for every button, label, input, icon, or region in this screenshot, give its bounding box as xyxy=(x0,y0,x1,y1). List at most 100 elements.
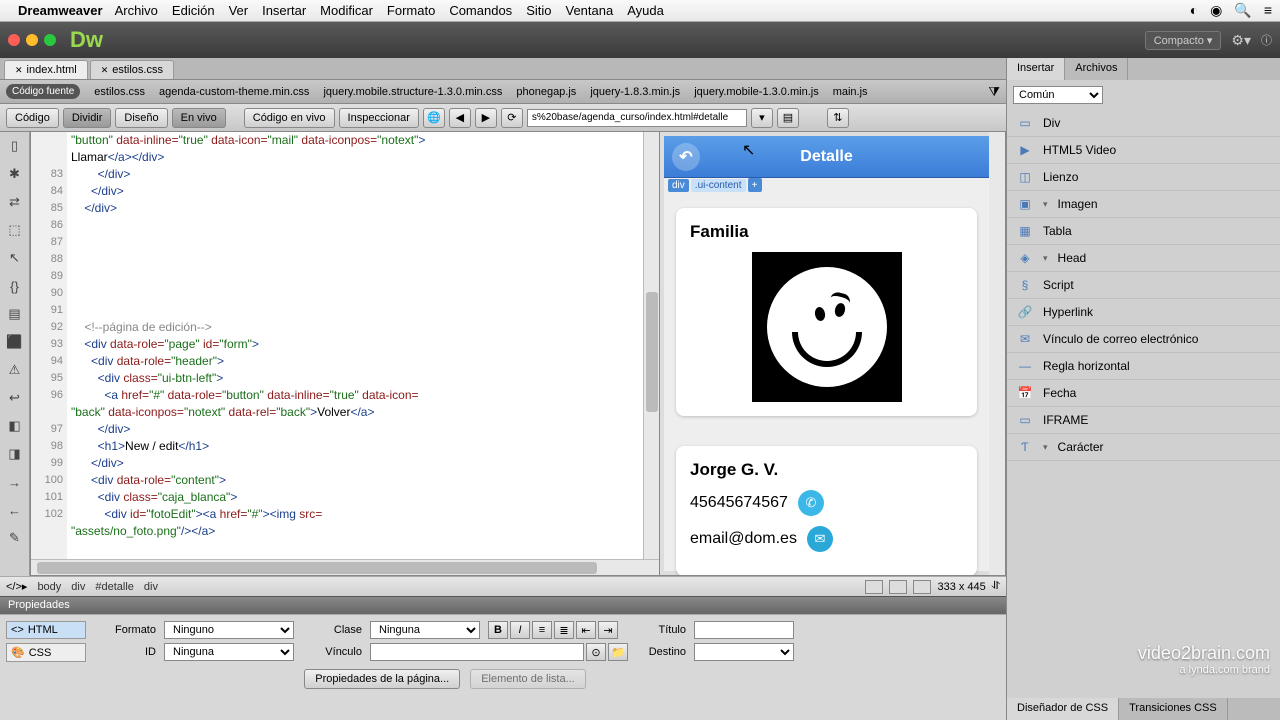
settings-gear-icon[interactable]: ⚙▾ xyxy=(1231,32,1251,49)
menu-comandos[interactable]: Comandos xyxy=(449,3,512,18)
tab-css-transitions[interactable]: Transiciones CSS xyxy=(1119,698,1228,720)
tag-crumb[interactable]: body xyxy=(37,581,61,593)
size-dropdown-icon[interactable]: ⥯ xyxy=(992,580,1000,593)
menu-modificar[interactable]: Modificar xyxy=(320,3,373,18)
inspect-button[interactable]: Inspeccionar xyxy=(339,108,419,128)
highlight-icon[interactable]: ⬛ xyxy=(5,332,25,352)
related-file[interactable]: jquery.mobile-1.3.0.min.js xyxy=(694,86,819,98)
view-split-button[interactable]: Dividir xyxy=(63,108,112,128)
related-file[interactable]: jquery.mobile.structure-1.3.0.min.css xyxy=(323,86,502,98)
menu-extras-icon[interactable]: ≡ xyxy=(1264,2,1272,19)
plus-icon[interactable]: + xyxy=(748,178,762,192)
filter-icon[interactable]: ⧩ xyxy=(988,84,1000,100)
status-icon[interactable]: ◉ xyxy=(1210,2,1222,19)
indent-button[interactable]: ⇥ xyxy=(598,621,618,639)
window-minimize-button[interactable] xyxy=(26,34,38,46)
word-wrap-icon[interactable]: ↩ xyxy=(5,388,25,408)
view-code-button[interactable]: Código xyxy=(6,108,59,128)
code-horizontal-scrollbar[interactable] xyxy=(31,559,659,575)
tag-crumb[interactable]: div xyxy=(71,581,85,593)
properties-panel-title[interactable]: Propiedades xyxy=(0,596,1006,614)
window-zoom-button[interactable] xyxy=(44,34,56,46)
menu-ver[interactable]: Ver xyxy=(229,3,249,18)
view-design-button[interactable]: Diseño xyxy=(115,108,167,128)
menu-ventana[interactable]: Ventana xyxy=(565,3,613,18)
menu-sitio[interactable]: Sitio xyxy=(526,3,551,18)
sync-scroll-icon[interactable]: ⇅ xyxy=(827,108,849,128)
live-options-icon[interactable]: ▤ xyxy=(777,108,799,128)
sync-icon[interactable]: ◐ xyxy=(1190,2,1198,19)
device-tablet-icon[interactable] xyxy=(889,580,907,594)
point-to-file-icon[interactable]: ⊙ xyxy=(586,643,606,661)
balance-braces-icon[interactable]: {} xyxy=(5,276,25,296)
browse-folder-icon[interactable]: 📁 xyxy=(608,643,628,661)
expand-icon[interactable]: ⇄ xyxy=(5,192,25,212)
source-code-pill[interactable]: Código fuente xyxy=(6,84,80,99)
format-code-icon[interactable]: ✎ xyxy=(5,528,25,548)
open-docs-icon[interactable]: ▯ xyxy=(5,136,25,156)
spotlight-icon[interactable]: 🔍 xyxy=(1234,2,1251,19)
format-select[interactable]: Ninguno xyxy=(164,621,294,639)
tab-css-designer[interactable]: Diseñador de CSS xyxy=(1007,698,1119,720)
close-icon[interactable]: ✕ xyxy=(15,65,23,76)
line-numbers-icon[interactable]: ▤ xyxy=(5,304,25,324)
class-select[interactable]: Ninguna xyxy=(370,621,480,639)
title-input[interactable] xyxy=(694,621,794,639)
insert-item[interactable]: ◫ Lienzo xyxy=(1007,164,1280,191)
workspace-switcher[interactable]: Compacto ▾ xyxy=(1145,31,1222,50)
doc-tab-index[interactable]: ✕ index.html xyxy=(4,60,88,79)
related-file[interactable]: main.js xyxy=(833,86,868,98)
tag-crumb[interactable]: #detalle xyxy=(95,581,134,593)
view-live-button[interactable]: En vivo xyxy=(172,108,226,128)
related-file[interactable]: agenda-custom-theme.min.css xyxy=(159,86,309,98)
target-select[interactable] xyxy=(694,643,794,661)
url-dropdown-icon[interactable]: ▾ xyxy=(751,108,773,128)
syntax-error-icon[interactable]: ⚠ xyxy=(5,360,25,380)
menu-edicion[interactable]: Edición xyxy=(172,3,215,18)
insert-item[interactable]: ▭ Div xyxy=(1007,110,1280,137)
insert-item[interactable]: Ƭ ▾ Carácter xyxy=(1007,434,1280,461)
live-code-button[interactable]: Código en vivo xyxy=(244,108,335,128)
insert-item[interactable]: ▣ ▾ Imagen xyxy=(1007,191,1280,218)
related-file[interactable]: estilos.css xyxy=(94,86,145,98)
insert-item[interactable]: 🔗 Hyperlink xyxy=(1007,299,1280,326)
browser-nav-icon[interactable]: 🌐 xyxy=(423,108,445,128)
related-file[interactable]: phonegap.js xyxy=(516,86,576,98)
parent-tag-icon[interactable]: ⬚ xyxy=(5,220,25,240)
back-button-icon[interactable]: ↶ xyxy=(672,143,700,171)
ol-button[interactable]: ≣ xyxy=(554,621,574,639)
ul-button[interactable]: ≡ xyxy=(532,621,552,639)
preview-scrollbar[interactable] xyxy=(989,132,1005,575)
css-mode-button[interactable]: 🎨 CSS xyxy=(6,643,86,662)
insert-category-select[interactable]: Común xyxy=(1013,86,1103,104)
mail-button-icon[interactable]: ✉ xyxy=(807,526,833,552)
outdent-button[interactable]: ⇤ xyxy=(576,621,596,639)
nav-forward-icon[interactable]: ▶ xyxy=(475,108,497,128)
related-file[interactable]: jquery-1.8.3.min.js xyxy=(590,86,680,98)
menu-insertar[interactable]: Insertar xyxy=(262,3,306,18)
insert-item[interactable]: ▶ HTML5 Video xyxy=(1007,137,1280,164)
insert-item[interactable]: 📅 Fecha xyxy=(1007,380,1280,407)
link-input[interactable] xyxy=(370,643,584,661)
html-mode-button[interactable]: <> HTML xyxy=(6,621,86,639)
menu-ayuda[interactable]: Ayuda xyxy=(627,3,664,18)
menu-formato[interactable]: Formato xyxy=(387,3,435,18)
move-css-icon[interactable]: ◨ xyxy=(5,444,25,464)
doc-tab-estilos[interactable]: ✕ estilos.css xyxy=(90,60,174,79)
app-name[interactable]: Dreamweaver xyxy=(18,3,103,18)
tag-inspector-icon[interactable]: </>▸ xyxy=(6,580,27,593)
photo-placeholder[interactable] xyxy=(752,252,902,402)
page-properties-button[interactable]: Propiedades de la página... xyxy=(304,669,460,689)
code-content[interactable]: "button" data-inline="true" data-icon="m… xyxy=(67,132,643,559)
collapse-icon[interactable]: ✱ xyxy=(5,164,25,184)
address-input[interactable] xyxy=(527,109,747,127)
insert-item[interactable]: § Script xyxy=(1007,272,1280,299)
code-editor[interactable]: 8384858687888990919293949596 97989910010… xyxy=(30,132,660,576)
tab-insertar[interactable]: Insertar xyxy=(1007,58,1065,80)
recent-snippets-icon[interactable]: ◧ xyxy=(5,416,25,436)
insert-item[interactable]: — Regla horizontal xyxy=(1007,353,1280,380)
menu-archivo[interactable]: Archivo xyxy=(115,3,158,18)
window-close-button[interactable] xyxy=(8,34,20,46)
insert-item[interactable]: ▭ IFRAME xyxy=(1007,407,1280,434)
id-select[interactable]: Ninguna xyxy=(164,643,294,661)
